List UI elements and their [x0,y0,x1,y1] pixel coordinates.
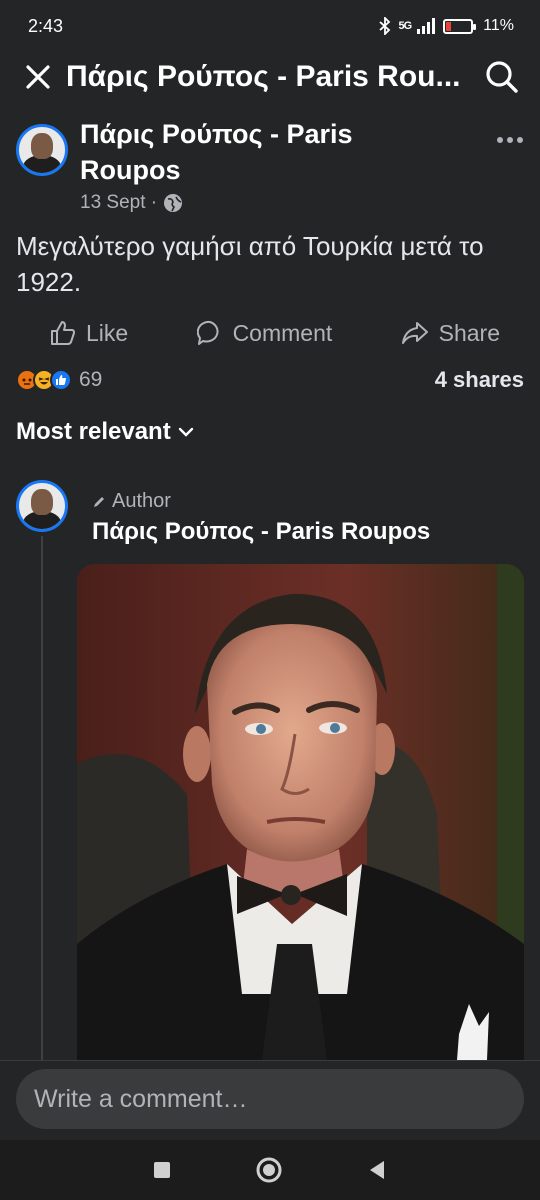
status-time: 2:43 [28,15,64,36]
author-badge: Author [92,490,171,513]
share-label: Share [438,319,500,346]
share-count[interactable]: 4 shares [435,367,524,393]
share-icon [401,322,428,344]
avatar[interactable] [16,124,68,176]
comment-author[interactable]: Πάρις Ρούπος - Paris Roupos [92,518,430,546]
home-icon[interactable] [255,1156,283,1184]
post-meta: Πάρις Ρούπος - Paris Roupos 13 Sept · [80,116,524,214]
more-icon [497,137,523,143]
page-title: Πάρις Ρούπος - Paris Rou... [66,60,461,93]
like-label: Like [86,319,129,346]
recents-icon[interactable] [152,1160,172,1180]
comment-icon [196,320,219,345]
close-button[interactable] [20,59,56,95]
status-icons: 5G 11% [378,17,514,35]
reaction-count: 69 [79,368,103,391]
share-button[interactable]: Share [401,312,500,354]
comment-label: Comment [232,319,333,346]
back-icon[interactable] [366,1159,388,1181]
post-actions: Like Comment Share [0,312,540,354]
signal-icon [417,18,436,34]
system-nav-bar [0,1140,540,1200]
post-text: Μεγαλύτερο γαμήσι από Τουρκία μετά το 19… [16,231,484,297]
portrait-image [77,564,524,1060]
comment-sort-dropdown[interactable]: Most relevant [16,418,195,446]
post-author[interactable]: Πάρις Ρούπος - Paris Roupos [80,116,440,188]
chevron-down-icon [178,427,193,437]
post-date: 13 Sept · [80,192,524,214]
like-button[interactable]: Like [50,312,128,354]
post-date-text: 13 Sept · [80,192,158,213]
pencil-icon [94,496,104,507]
close-icon [26,65,50,89]
post-stats: 69 4 shares [16,364,524,396]
reactions-summary[interactable]: 69 [16,368,102,392]
battery-icon [443,18,477,34]
comment-button[interactable]: Comment [196,312,333,354]
author-badge-label: Author [112,490,171,512]
comment-photo[interactable] [77,564,524,1060]
globe-icon [164,194,183,212]
bluetooth-icon [379,17,391,35]
top-bar: Πάρις Ρούπος - Paris Rou... [0,52,540,102]
network-label: 5G [398,20,412,32]
battery-level: 11% [483,17,514,34]
comment-avatar[interactable] [16,480,68,532]
like-reaction-icon [50,369,72,391]
post-header: Πάρις Ρούπος - Paris Roupos 13 Sept · [16,116,524,214]
comment-input[interactable] [16,1069,524,1129]
search-button[interactable] [482,57,522,97]
more-options-button[interactable] [496,120,524,151]
thread-line [41,536,43,1060]
like-icon [51,321,75,345]
status-bar: 2:43 5G 11% [0,0,540,52]
sort-label: Most relevant [16,418,171,445]
comment-composer [0,1060,540,1140]
search-icon [486,61,518,93]
